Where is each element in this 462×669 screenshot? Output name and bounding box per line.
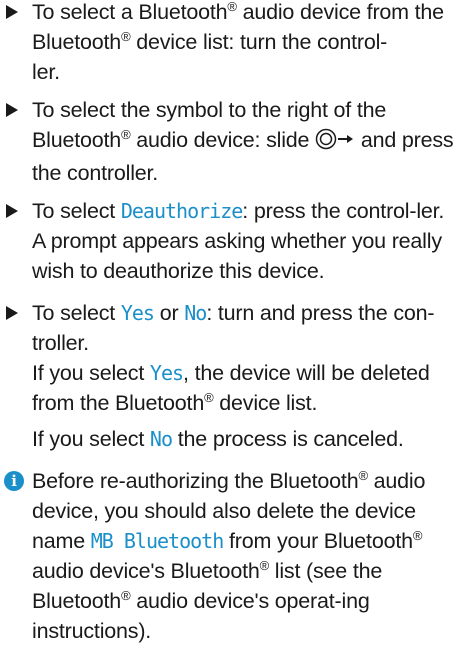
step-text: To select Deauthorize: press the control…: [32, 199, 445, 223]
step-text: To select Yes or No: turn and press the …: [32, 301, 435, 355]
step-bullet-icon: [6, 5, 18, 19]
step-select-device: To select a Bluetooth® audio device from…: [4, 0, 456, 87]
yes-option: Yes: [149, 361, 184, 385]
info-icon: i: [4, 471, 24, 491]
step-result-no: If you select No the process is canceled…: [32, 427, 404, 451]
instruction-page: To select a Bluetooth® audio device from…: [0, 0, 462, 666]
step-result-yes: If you select Yes, the device will be de…: [32, 361, 430, 415]
controller-slide-right-icon: [315, 128, 355, 158]
no-option: No: [184, 301, 207, 325]
step-deauthorize: To select Deauthorize: press the control…: [4, 196, 456, 286]
yes-option: Yes: [120, 301, 155, 325]
step-result: A prompt appears asking whether you real…: [32, 229, 442, 283]
deauthorize-menu-item: Deauthorize: [120, 199, 243, 223]
info-note: i Before re-authorizing the Bluetooth® a…: [4, 466, 456, 646]
no-option: No: [149, 427, 173, 451]
step-bullet-icon: [6, 204, 18, 218]
note-text: Before re-authorizing the Bluetooth® aud…: [32, 468, 426, 643]
step-text: To select the symbol to the right of the…: [32, 98, 454, 185]
device-name-mb-bluetooth: MB Bluetooth: [90, 529, 224, 553]
step-yes-no: To select Yes or No: turn and press the …: [4, 298, 456, 454]
step-text: To select a Bluetooth® audio device from…: [32, 0, 444, 84]
step-select-symbol: To select the symbol to the right of the…: [4, 95, 456, 188]
step-bullet-icon: [6, 103, 18, 117]
step-bullet-icon: [6, 306, 18, 320]
